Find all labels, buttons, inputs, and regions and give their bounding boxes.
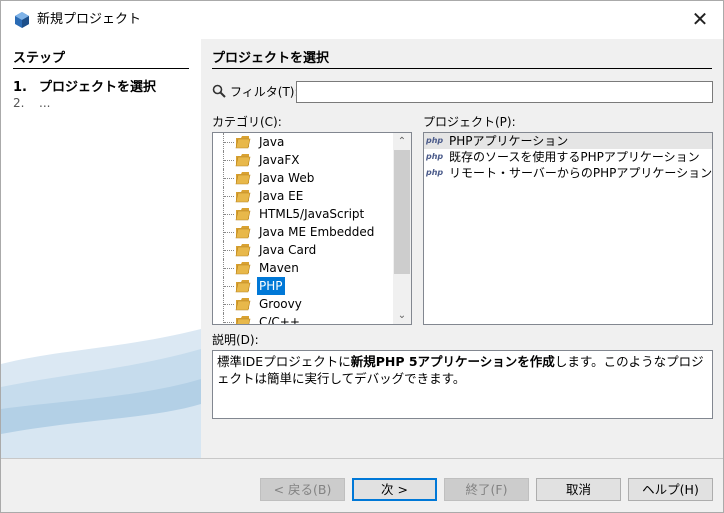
category-item-label: Groovy — [259, 297, 302, 311]
category-item[interactable]: Java — [213, 133, 393, 151]
chevron-down-icon[interactable]: ⌄ — [393, 307, 411, 324]
project-label: プロジェクト(P): — [423, 115, 516, 129]
category-item-label: PHP — [257, 277, 285, 295]
category-item-label: Java Card — [259, 243, 317, 257]
decorative-swoosh-graphic — [1, 329, 201, 458]
button-bar-separator — [1, 458, 723, 459]
project-item-label: 既存のソースを使用するPHPアプリケーション — [449, 150, 700, 164]
folder-icon — [236, 316, 251, 324]
category-item-label: HTML5/JavaScript — [259, 207, 365, 221]
folder-icon — [235, 154, 251, 167]
cancel-button[interactable]: 取消 — [536, 478, 621, 501]
description-label: 説明(D): — [212, 333, 259, 347]
step-number: 1. — [13, 80, 27, 95]
project-item[interactable]: php リモート・サーバーからのPHPアプリケーション — [424, 165, 712, 181]
category-item[interactable]: HTML5/JavaScript — [213, 205, 393, 223]
step-label: プロジェクトを選択 — [39, 80, 157, 95]
section-title: プロジェクトを選択 — [212, 51, 712, 69]
window-title: 新規プロジェクト — [37, 12, 142, 27]
search-icon — [212, 84, 226, 98]
help-button[interactable]: ヘルプ(H) — [628, 478, 713, 501]
step-number: 2. — [13, 96, 25, 110]
project-list[interactable]: php PHPアプリケーション php 既存のソースを使用するPHPアプリケーション p… — [423, 132, 713, 325]
folder-icon — [235, 262, 251, 275]
finish-button[interactable]: 終了(F) — [444, 478, 529, 501]
category-tree[interactable]: Java JavaFX Java Web Java EE HTML5/JavaScrip… — [212, 132, 412, 325]
new-project-dialog: 新規プロジェクト ✕ ステップ 1. プロジェクトを選択 2.... プロジェクト… — [0, 0, 724, 513]
step-1: 1. プロジェクトを選択 — [13, 80, 156, 95]
php-file-icon: php — [426, 136, 444, 145]
category-item[interactable]: Groovy — [213, 295, 393, 313]
category-item-label: C/C++ — [259, 315, 300, 325]
category-item[interactable]: Java Card — [213, 241, 393, 259]
category-item[interactable]: Java Web — [213, 169, 393, 187]
description-text: 標準IDEプロジェクトに — [217, 354, 351, 369]
project-item-label: リモート・サーバーからのPHPアプリケーション — [449, 166, 713, 180]
netbeans-cube-icon — [15, 12, 29, 28]
category-item[interactable]: JavaFX — [213, 151, 393, 169]
category-item-label: Java ME Embedded — [259, 225, 375, 239]
filter-input[interactable] — [296, 81, 713, 103]
description-bold-text: 新規PHP 5アプリケーションを作成 — [350, 354, 555, 369]
category-scrollbar[interactable]: ⌃ ⌄ — [393, 133, 411, 324]
scroll-thumb[interactable] — [394, 150, 410, 274]
folder-icon — [235, 136, 251, 149]
close-button[interactable]: ✕ — [677, 1, 723, 39]
title-bar: 新規プロジェクト ✕ — [1, 1, 723, 39]
category-item-label: Java EE — [259, 189, 304, 203]
folder-icon — [235, 298, 251, 311]
category-item-label: Java Web — [259, 171, 315, 185]
main-content: プロジェクトを選択 フィルタ(T): カテゴリ(C): プロジェクト(P): J… — [201, 39, 723, 458]
folder-icon — [235, 244, 251, 257]
folder-icon — [235, 172, 251, 185]
php-file-icon: php — [426, 152, 444, 161]
category-item[interactable]: PHP — [213, 277, 393, 295]
category-item[interactable]: Maven — [213, 259, 393, 277]
steps-panel: ステップ 1. プロジェクトを選択 2.... — [1, 39, 201, 458]
project-item[interactable]: php 既存のソースを使用するPHPアプリケーション — [424, 149, 712, 165]
description-box: 標準IDEプロジェクトに新規PHP 5アプリケーションを作成します。このようなプ… — [212, 350, 713, 419]
folder-icon — [235, 280, 251, 293]
category-item-label: JavaFX — [259, 153, 300, 167]
category-tree-list: Java JavaFX Java Web Java EE HTML5/JavaScrip… — [213, 133, 393, 325]
php-file-icon: php — [426, 168, 444, 177]
category-item-label: Maven — [259, 261, 299, 275]
category-item[interactable]: Java EE — [213, 187, 393, 205]
folder-icon — [235, 190, 251, 203]
category-item-label: Java — [259, 135, 285, 149]
project-item-label: PHPアプリケーション — [449, 134, 569, 148]
category-item[interactable]: C/C++ — [213, 313, 393, 325]
chevron-up-icon[interactable]: ⌃ — [393, 133, 411, 150]
next-button[interactable]: 次 > — [352, 478, 437, 501]
category-label: カテゴリ(C): — [212, 115, 282, 129]
category-item[interactable]: Java ME Embedded — [213, 223, 393, 241]
project-item[interactable]: php PHPアプリケーション — [424, 133, 712, 149]
folder-icon — [235, 226, 251, 239]
steps-title: ステップ — [13, 51, 189, 69]
step-label: ... — [39, 96, 51, 110]
filter-label: フィルタ(T): — [230, 85, 299, 99]
step-2: 2.... — [13, 96, 50, 111]
folder-icon — [235, 208, 251, 221]
back-button[interactable]: < 戻る(B) — [260, 478, 345, 501]
